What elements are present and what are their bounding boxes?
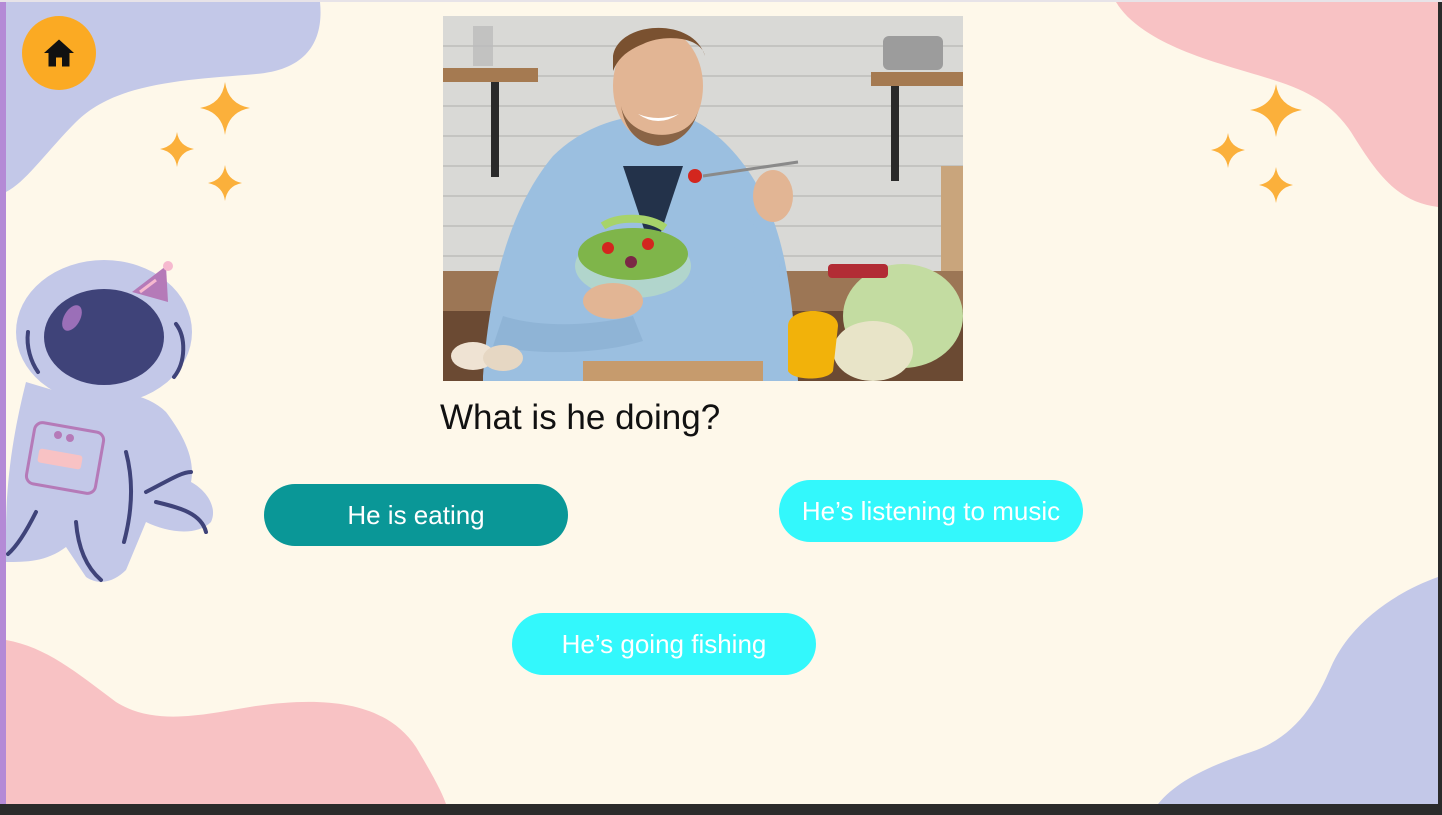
sparkle-icon [1211,133,1245,168]
window-bottom-bar [0,804,1442,815]
astronaut-illustration [6,260,214,582]
sparkle-icon [1259,167,1293,203]
man-eating-salad-photo [443,16,963,381]
answer-option-1-button[interactable]: He is eating [264,484,568,546]
question-image [443,16,963,381]
home-button[interactable] [22,16,96,90]
quiz-slide: What is he doing? He is eating He’s list… [6,2,1438,804]
home-icon [44,39,74,67]
question-text: What is he doing? [440,398,721,437]
sparkle-icon [1250,84,1302,137]
answer-option-3-button[interactable]: He’s going fishing [512,613,816,675]
answer-option-2-button[interactable]: He’s listening to music [779,480,1083,542]
